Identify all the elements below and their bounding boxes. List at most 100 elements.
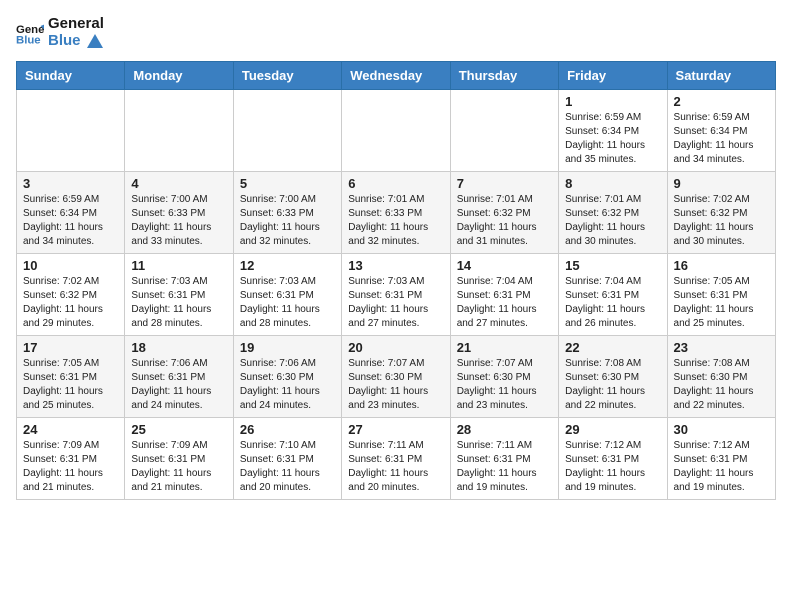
day-number: 24 <box>23 422 118 437</box>
day-number: 21 <box>457 340 552 355</box>
day-number: 9 <box>674 176 769 191</box>
day-info: Sunrise: 7:07 AM Sunset: 6:30 PM Dayligh… <box>348 357 443 413</box>
col-header-thursday: Thursday <box>450 62 558 90</box>
calendar-cell: 14 Sunrise: 7:04 AM Sunset: 6:31 PM Dayli… <box>450 254 558 336</box>
logo-blue: Blue <box>48 33 104 50</box>
day-number: 13 <box>348 258 443 273</box>
calendar-cell: 23 Sunrise: 7:08 AM Sunset: 6:30 PM Dayli… <box>667 336 775 418</box>
calendar-table: SundayMondayTuesdayWednesdayThursdayFrid… <box>16 61 776 500</box>
calendar-header-row: SundayMondayTuesdayWednesdayThursdayFrid… <box>17 62 776 90</box>
calendar-cell <box>233 90 341 172</box>
calendar-cell <box>17 90 125 172</box>
day-number: 18 <box>131 340 226 355</box>
calendar-cell: 4 Sunrise: 7:00 AM Sunset: 6:33 PM Daylig… <box>125 172 233 254</box>
calendar-cell: 30 Sunrise: 7:12 AM Sunset: 6:31 PM Dayli… <box>667 418 775 500</box>
calendar-cell: 6 Sunrise: 7:01 AM Sunset: 6:33 PM Daylig… <box>342 172 450 254</box>
day-number: 10 <box>23 258 118 273</box>
day-info: Sunrise: 7:03 AM Sunset: 6:31 PM Dayligh… <box>131 275 226 331</box>
calendar-cell: 16 Sunrise: 7:05 AM Sunset: 6:31 PM Dayli… <box>667 254 775 336</box>
day-number: 14 <box>457 258 552 273</box>
calendar-week-2: 3Sunrise: 6:59 AM Sunset: 6:34 PM Daylig… <box>17 172 776 254</box>
col-header-wednesday: Wednesday <box>342 62 450 90</box>
day-info: Sunrise: 7:09 AM Sunset: 6:31 PM Dayligh… <box>131 439 226 495</box>
calendar-cell: 5Sunrise: 7:00 AM Sunset: 6:33 PM Daylig… <box>233 172 341 254</box>
calendar-cell: 11 Sunrise: 7:03 AM Sunset: 6:31 PM Dayli… <box>125 254 233 336</box>
calendar-cell: 22 Sunrise: 7:08 AM Sunset: 6:30 PM Dayli… <box>559 336 667 418</box>
day-number: 19 <box>240 340 335 355</box>
calendar-cell: 19 Sunrise: 7:06 AM Sunset: 6:30 PM Dayli… <box>233 336 341 418</box>
calendar-cell: 15 Sunrise: 7:04 AM Sunset: 6:31 PM Dayli… <box>559 254 667 336</box>
day-info: Sunrise: 7:12 AM Sunset: 6:31 PM Dayligh… <box>565 439 660 495</box>
calendar-cell: 28 Sunrise: 7:11 AM Sunset: 6:31 PM Dayli… <box>450 418 558 500</box>
day-number: 6 <box>348 176 443 191</box>
day-info: Sunrise: 7:08 AM Sunset: 6:30 PM Dayligh… <box>674 357 769 413</box>
day-info: Sunrise: 7:04 AM Sunset: 6:31 PM Dayligh… <box>565 275 660 331</box>
col-header-sunday: Sunday <box>17 62 125 90</box>
col-header-saturday: Saturday <box>667 62 775 90</box>
day-number: 30 <box>674 422 769 437</box>
col-header-tuesday: Tuesday <box>233 62 341 90</box>
day-number: 5 <box>240 176 335 191</box>
day-info: Sunrise: 7:06 AM Sunset: 6:31 PM Dayligh… <box>131 357 226 413</box>
day-info: Sunrise: 7:06 AM Sunset: 6:30 PM Dayligh… <box>240 357 335 413</box>
day-info: Sunrise: 7:11 AM Sunset: 6:31 PM Dayligh… <box>457 439 552 495</box>
day-info: Sunrise: 7:09 AM Sunset: 6:31 PM Dayligh… <box>23 439 118 495</box>
day-number: 2 <box>674 94 769 109</box>
calendar-cell: 17Sunrise: 7:05 AM Sunset: 6:31 PM Dayli… <box>17 336 125 418</box>
day-info: Sunrise: 7:02 AM Sunset: 6:32 PM Dayligh… <box>23 275 118 331</box>
day-number: 15 <box>565 258 660 273</box>
calendar-cell <box>342 90 450 172</box>
day-info: Sunrise: 7:12 AM Sunset: 6:31 PM Dayligh… <box>674 439 769 495</box>
day-number: 8 <box>565 176 660 191</box>
day-info: Sunrise: 7:01 AM Sunset: 6:32 PM Dayligh… <box>457 193 552 249</box>
day-number: 22 <box>565 340 660 355</box>
day-number: 25 <box>131 422 226 437</box>
day-number: 26 <box>240 422 335 437</box>
calendar-cell: 29 Sunrise: 7:12 AM Sunset: 6:31 PM Dayli… <box>559 418 667 500</box>
calendar-cell: 13 Sunrise: 7:03 AM Sunset: 6:31 PM Dayli… <box>342 254 450 336</box>
day-info: Sunrise: 7:01 AM Sunset: 6:32 PM Dayligh… <box>565 193 660 249</box>
day-info: Sunrise: 7:01 AM Sunset: 6:33 PM Dayligh… <box>348 193 443 249</box>
logo: General Blue General Blue <box>16 16 104 49</box>
logo-icon: General Blue <box>16 19 44 47</box>
calendar-cell: 3Sunrise: 6:59 AM Sunset: 6:34 PM Daylig… <box>17 172 125 254</box>
day-info: Sunrise: 7:07 AM Sunset: 6:30 PM Dayligh… <box>457 357 552 413</box>
day-info: Sunrise: 6:59 AM Sunset: 6:34 PM Dayligh… <box>674 111 769 167</box>
logo-triangle-icon <box>87 34 103 48</box>
calendar-week-3: 10 Sunrise: 7:02 AM Sunset: 6:32 PM Dayli… <box>17 254 776 336</box>
day-number: 28 <box>457 422 552 437</box>
calendar-week-4: 17Sunrise: 7:05 AM Sunset: 6:31 PM Dayli… <box>17 336 776 418</box>
calendar-cell: 7Sunrise: 7:01 AM Sunset: 6:32 PM Daylig… <box>450 172 558 254</box>
day-number: 12 <box>240 258 335 273</box>
logo-general: General <box>48 16 104 33</box>
day-info: Sunrise: 6:59 AM Sunset: 6:34 PM Dayligh… <box>565 111 660 167</box>
day-number: 1 <box>565 94 660 109</box>
day-number: 20 <box>348 340 443 355</box>
day-number: 11 <box>131 258 226 273</box>
calendar-cell: 12Sunrise: 7:03 AM Sunset: 6:31 PM Dayli… <box>233 254 341 336</box>
day-number: 3 <box>23 176 118 191</box>
day-number: 4 <box>131 176 226 191</box>
calendar-cell <box>450 90 558 172</box>
calendar-cell <box>125 90 233 172</box>
page-header: General Blue General Blue <box>16 16 776 49</box>
calendar-cell: 27Sunrise: 7:11 AM Sunset: 6:31 PM Dayli… <box>342 418 450 500</box>
col-header-friday: Friday <box>559 62 667 90</box>
calendar-cell: 9Sunrise: 7:02 AM Sunset: 6:32 PM Daylig… <box>667 172 775 254</box>
calendar-cell: 18 Sunrise: 7:06 AM Sunset: 6:31 PM Dayli… <box>125 336 233 418</box>
day-info: Sunrise: 7:00 AM Sunset: 6:33 PM Dayligh… <box>131 193 226 249</box>
calendar-cell: 10 Sunrise: 7:02 AM Sunset: 6:32 PM Dayli… <box>17 254 125 336</box>
day-number: 27 <box>348 422 443 437</box>
day-info: Sunrise: 7:03 AM Sunset: 6:31 PM Dayligh… <box>348 275 443 331</box>
day-number: 17 <box>23 340 118 355</box>
calendar-cell: 21 Sunrise: 7:07 AM Sunset: 6:30 PM Dayli… <box>450 336 558 418</box>
day-number: 23 <box>674 340 769 355</box>
day-number: 29 <box>565 422 660 437</box>
day-number: 16 <box>674 258 769 273</box>
day-info: Sunrise: 7:05 AM Sunset: 6:31 PM Dayligh… <box>674 275 769 331</box>
calendar-cell: 8 Sunrise: 7:01 AM Sunset: 6:32 PM Daylig… <box>559 172 667 254</box>
day-info: Sunrise: 7:04 AM Sunset: 6:31 PM Dayligh… <box>457 275 552 331</box>
svg-text:Blue: Blue <box>16 34 41 46</box>
calendar-cell: 26Sunrise: 7:10 AM Sunset: 6:31 PM Dayli… <box>233 418 341 500</box>
day-info: Sunrise: 7:08 AM Sunset: 6:30 PM Dayligh… <box>565 357 660 413</box>
